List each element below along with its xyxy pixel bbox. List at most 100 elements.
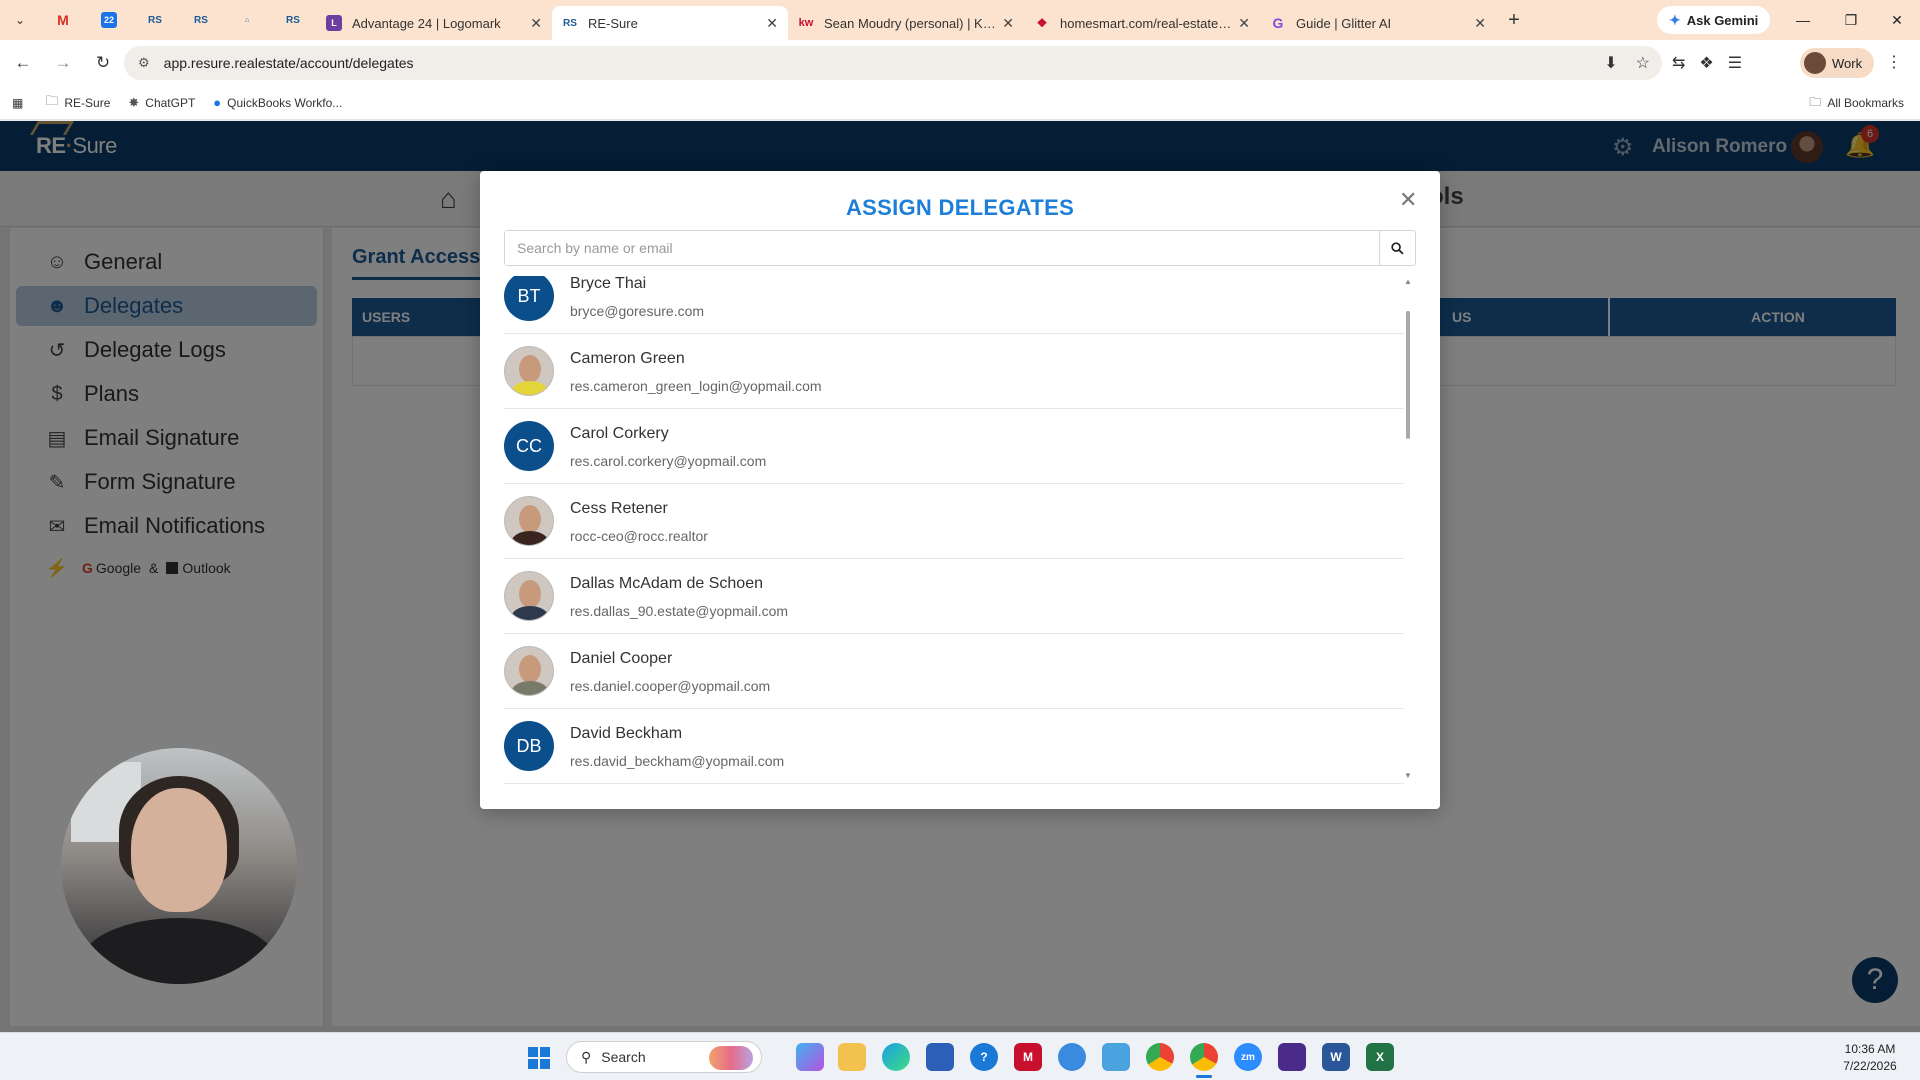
- address-bar-actions: ⬇ ☆: [1604, 46, 1650, 80]
- webcam-bubble[interactable]: [61, 748, 297, 984]
- avatar-photo-face: [519, 655, 541, 683]
- search-button[interactable]: [1379, 231, 1415, 265]
- pinned-tab-resure-2[interactable]: RS: [178, 0, 224, 40]
- purple-app-icon[interactable]: [1278, 1043, 1306, 1071]
- chrome-work-profile-icon[interactable]: [1190, 1043, 1218, 1071]
- apps-grid-icon[interactable]: ▦: [12, 96, 23, 110]
- new-tab-plus-icon[interactable]: +: [1496, 0, 1532, 40]
- delegate-search-input[interactable]: [505, 231, 1379, 265]
- reload-icon[interactable]: ↻: [86, 46, 120, 80]
- tab-advantage-logomark[interactable]: L Advantage 24 | Logomark ✕: [316, 6, 552, 40]
- pinned-tab-calendar[interactable]: 22: [86, 0, 132, 40]
- bookmark-star-icon[interactable]: ☆: [1636, 53, 1650, 73]
- url-text[interactable]: app.resure.realestate/account/delegates: [164, 55, 414, 71]
- toolbar-extension-icons: ⇆ ❖ ☰: [1672, 46, 1742, 80]
- excel-icon[interactable]: X: [1366, 1043, 1394, 1071]
- tab-search-chevron-icon[interactable]: ⌄: [0, 0, 40, 40]
- copilot-icon[interactable]: [796, 1043, 824, 1071]
- browser-tab-strip: ⌄ M 22 RS RS ⌂ RS L Advantage 24 | Logom…: [0, 0, 1920, 40]
- reading-list-icon[interactable]: ☰: [1728, 53, 1742, 73]
- bookmark-resure[interactable]: 🗀 RE-Sure: [45, 92, 110, 114]
- windows-start-icon[interactable]: [528, 1047, 550, 1069]
- store-icon[interactable]: [926, 1043, 954, 1071]
- close-icon[interactable]: ✕: [1238, 15, 1250, 32]
- avatar-photo-face: [519, 505, 541, 533]
- word-icon[interactable]: W: [1322, 1043, 1350, 1071]
- delegate-email: res.daniel.cooper@yopmail.com: [570, 678, 771, 694]
- minimize-icon[interactable]: —: [1780, 0, 1826, 40]
- delegate-list-item[interactable]: BT Bryce Thai bryce@goresure.com: [504, 276, 1404, 334]
- tab-keller[interactable]: kw Sean Moudry (personal) | Keller ✕: [788, 6, 1024, 40]
- taskbar-search[interactable]: ⚲ Search: [566, 1041, 762, 1073]
- profile-button[interactable]: Work: [1800, 48, 1875, 78]
- pinned-tab-resure-4[interactable]: RS: [270, 0, 316, 40]
- zoom-icon[interactable]: zm: [1234, 1043, 1262, 1071]
- delegate-search: [504, 230, 1416, 266]
- address-bar[interactable]: ⚙ app.resure.realestate/account/delegate…: [124, 46, 1662, 80]
- scroll-thumb[interactable]: [1406, 311, 1410, 439]
- taskbar-clock[interactable]: 10:36 AM 7/22/2026: [1830, 1041, 1910, 1075]
- scroll-down-arrow-icon[interactable]: ▼: [1404, 771, 1412, 780]
- chatgpt-icon: ✸: [128, 94, 140, 110]
- mcafee-icon[interactable]: M: [1014, 1043, 1042, 1071]
- ask-gemini-label: Ask Gemini: [1686, 12, 1759, 28]
- folder-icon: 🗀: [45, 92, 59, 108]
- avatar-photo-face: [519, 580, 541, 608]
- forward-arrow-icon[interactable]: →: [46, 46, 80, 80]
- chrome-icon[interactable]: [1146, 1043, 1174, 1071]
- avatar-photo-face: [519, 355, 541, 383]
- close-icon[interactable]: ✕: [1474, 15, 1486, 32]
- resure-small-favicon-icon: ⌂: [244, 16, 250, 24]
- bookmark-quickbooks[interactable]: ● QuickBooks Workfo...: [213, 95, 342, 110]
- profile-label: Work: [1832, 55, 1863, 71]
- chrome-menu-icon[interactable]: ⋮: [1886, 52, 1902, 72]
- delegate-list-item[interactable]: DB David Beckham res.david_beckham@yopmail…: [504, 709, 1404, 784]
- windows-taskbar: ⚲ Search ? M zm W X 10:36 AM 7/22/2026: [0, 1032, 1920, 1080]
- close-icon[interactable]: ✕: [1399, 187, 1417, 213]
- pinned-tab-resure-3[interactable]: ⌂: [224, 0, 270, 40]
- install-app-icon[interactable]: ⬇: [1604, 53, 1617, 73]
- close-icon[interactable]: ✕: [1002, 15, 1014, 32]
- webcam-person-body: [81, 918, 277, 984]
- homesmart-favicon-icon: ❖: [1036, 16, 1048, 30]
- pinned-tab-resure-1[interactable]: RS: [132, 0, 178, 40]
- delegate-list-item[interactable]: Dallas McAdam de Schoen res.dallas_90.est…: [504, 559, 1404, 634]
- avatar: [504, 496, 554, 546]
- bookmark-chatgpt[interactable]: ✸ ChatGPT: [128, 95, 195, 111]
- tab-homesmart[interactable]: ❖ homesmart.com/real-estate-ag ✕: [1024, 6, 1260, 40]
- delegate-name: Dallas McAdam de Schoen: [570, 575, 763, 592]
- site-info-icon[interactable]: ⚙: [138, 55, 150, 71]
- remote-access-icon[interactable]: [1058, 1043, 1086, 1071]
- scroll-up-arrow-icon[interactable]: ▲: [1404, 277, 1412, 286]
- tab-title: Advantage 24 | Logomark: [352, 15, 501, 31]
- help-app-icon[interactable]: ?: [970, 1043, 998, 1071]
- restore-icon[interactable]: ❐: [1828, 0, 1874, 40]
- delegate-list-item[interactable]: CC Carol Corkery res.carol.corkery@yopmail…: [504, 409, 1404, 484]
- bookmark-label: RE-Sure: [64, 95, 111, 110]
- file-explorer-icon[interactable]: [838, 1043, 866, 1071]
- delegate-list-item[interactable]: Cameron Green res.cameron_green_login@yop…: [504, 334, 1404, 409]
- sync-extension-icon[interactable]: ⇆: [1672, 53, 1685, 73]
- window-close-icon[interactable]: ✕: [1874, 0, 1920, 40]
- avatar: CC: [504, 421, 554, 471]
- edge-icon[interactable]: [882, 1043, 910, 1071]
- bookmark-label: ChatGPT: [145, 95, 196, 110]
- delegate-list-scrollbar[interactable]: ▲ ▼: [1404, 277, 1412, 785]
- delegate-email: res.carol.corkery@yopmail.com: [570, 453, 767, 469]
- tab-glitter-ai[interactable]: G Guide | Glitter AI ✕: [1260, 6, 1496, 40]
- avatar: [504, 571, 554, 621]
- close-icon[interactable]: ✕: [766, 15, 778, 32]
- pinned-tab-gmail[interactable]: M: [40, 0, 86, 40]
- delegate-email: res.dallas_90.estate@yopmail.com: [570, 603, 789, 619]
- ask-gemini-button[interactable]: ✦ Ask Gemini: [1657, 6, 1771, 34]
- logomark-favicon-icon: L: [326, 15, 342, 31]
- delegate-list-item[interactable]: Cess Retener rocc-ceo@rocc.realtor: [504, 484, 1404, 559]
- all-bookmarks[interactable]: 🗀 All Bookmarks: [1809, 86, 1904, 120]
- delegate-list-item[interactable]: Daniel Cooper res.daniel.cooper@yopmail.c…: [504, 634, 1404, 709]
- close-icon[interactable]: ✕: [530, 15, 542, 32]
- tab-resure[interactable]: RS RE-Sure ✕: [552, 6, 788, 40]
- back-arrow-icon[interactable]: ←: [6, 46, 40, 80]
- tab-title: Sean Moudry (personal) | Keller: [824, 15, 997, 31]
- extensions-puzzle-icon[interactable]: ❖: [1699, 53, 1713, 73]
- weather-app-icon[interactable]: [1102, 1043, 1130, 1071]
